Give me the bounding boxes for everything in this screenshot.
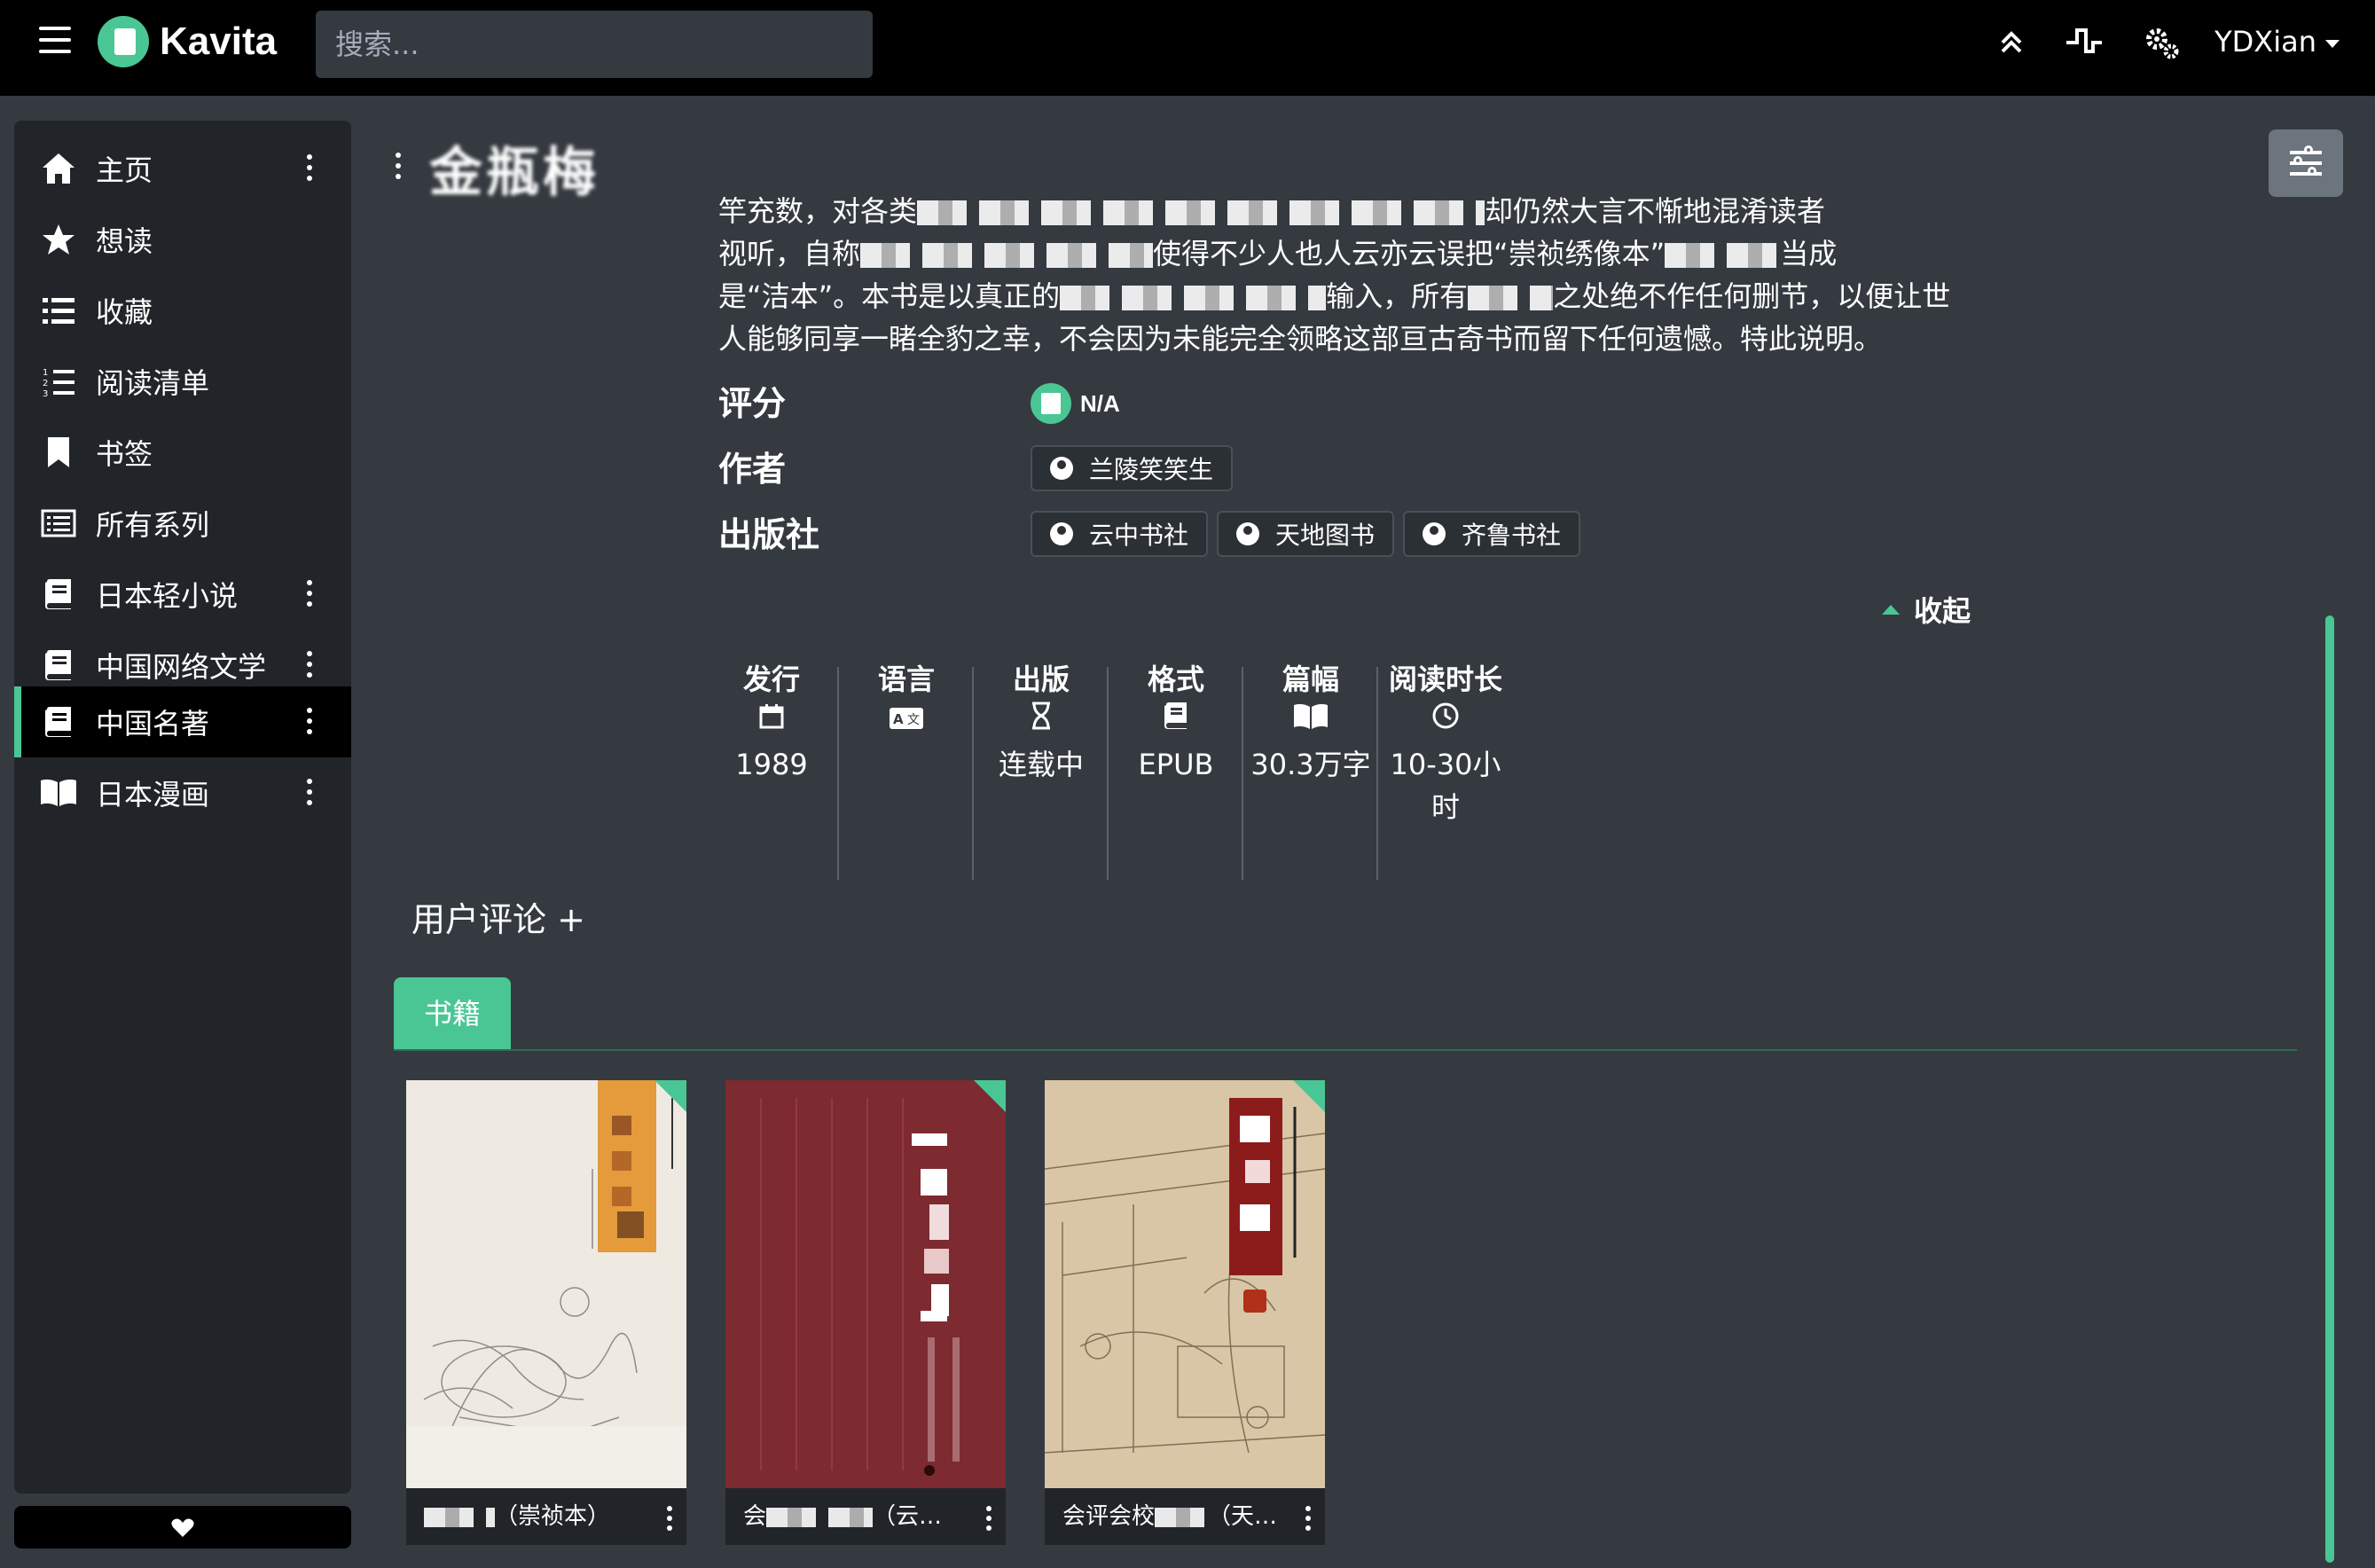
sidebar-item-reading-lists[interactable]: 123 阅读清单 xyxy=(14,346,351,417)
more-options-icon[interactable] xyxy=(667,1506,672,1535)
stat-publication-status: 出版 连载中 xyxy=(974,658,1109,786)
ordered-list-icon: 123 xyxy=(39,362,78,401)
top-nav: Kavita YDXian xyxy=(0,0,2375,96)
tab-books[interactable]: 书籍 xyxy=(394,977,511,1050)
scrollbar[interactable] xyxy=(2325,615,2334,1563)
person-icon xyxy=(1050,457,1073,480)
stat-release-year: 发行 1989 xyxy=(704,658,839,786)
sidebar-item-bookmarks[interactable]: 书签 xyxy=(14,417,351,488)
author-label: 作者 xyxy=(718,450,787,489)
all-series-icon xyxy=(39,504,78,543)
description-line: 是“洁本”。本书是以真正的 输入，所有 之处绝不作任何删节，以便让世 xyxy=(718,279,1951,313)
unread-corner-badge xyxy=(654,1080,686,1112)
rating-label: 评分 xyxy=(718,384,787,423)
menu-icon[interactable] xyxy=(39,27,71,55)
book-card[interactable]: 会（云… xyxy=(725,1080,1006,1545)
publisher-tag[interactable]: 天地图书 xyxy=(1217,511,1395,557)
svg-text:2: 2 xyxy=(43,379,48,388)
search-input[interactable] xyxy=(316,11,873,78)
book-cover[interactable] xyxy=(406,1080,686,1488)
svg-text:3: 3 xyxy=(43,389,48,396)
file-icon xyxy=(1109,701,1243,743)
stat-reading-time: 阅读时长 10-30小时 xyxy=(1378,658,1513,828)
open-book-icon xyxy=(39,773,78,812)
sidebar-item-want-to-read[interactable]: 想读 xyxy=(14,204,351,275)
tab-divider xyxy=(394,1049,2297,1051)
sidebar-item-japanese-light-novels[interactable]: 日本轻小说 xyxy=(14,559,351,630)
more-options-icon[interactable] xyxy=(307,651,312,683)
more-options-icon[interactable] xyxy=(1305,1506,1311,1535)
star-icon xyxy=(39,220,78,259)
series-description: 竿充数，对各类 却仍然大言不惭地混淆读者 视听，自称 使得不少人也人云亦云误把“崇祯… xyxy=(718,190,1978,360)
series-title: 金瓶梅 xyxy=(429,142,600,204)
bookmark-icon xyxy=(39,433,78,472)
calendar-icon xyxy=(704,701,839,743)
more-options-icon[interactable] xyxy=(307,154,312,186)
publisher-tag[interactable]: 齐鲁书社 xyxy=(1403,511,1581,557)
settings-icon[interactable] xyxy=(2143,23,2182,62)
more-options-icon[interactable] xyxy=(986,1506,992,1535)
more-options-icon[interactable] xyxy=(307,580,312,612)
user-reviews-header[interactable]: 用户评论 + xyxy=(412,892,585,941)
donate-button[interactable] xyxy=(14,1506,351,1548)
person-icon xyxy=(1050,522,1073,545)
person-icon xyxy=(1423,522,1446,545)
sidebar-item-japanese-manga[interactable]: 日本漫画 xyxy=(14,757,351,828)
book-card-title: （崇祯本） xyxy=(406,1488,686,1545)
sidebar-item-collections[interactable]: 收藏 xyxy=(14,275,351,346)
unread-corner-badge xyxy=(1293,1080,1325,1112)
clock-icon xyxy=(1378,701,1513,743)
series-actions-icon[interactable] xyxy=(396,153,401,184)
book-card[interactable]: 会评会校 （天… xyxy=(1045,1080,1325,1545)
sidebar-item-all-series[interactable]: 所有系列 xyxy=(14,488,351,559)
book-card-title: 会（云… xyxy=(725,1488,1006,1545)
description-line: 竿充数，对各类 却仍然大言不惭地混淆读者 xyxy=(718,194,1826,228)
list-icon xyxy=(39,291,78,330)
book-cover[interactable] xyxy=(725,1080,1006,1488)
language-icon: A文 xyxy=(839,701,974,743)
stat-length: 篇幅 30.3万字 xyxy=(1243,658,1378,786)
sidebar: 主页 想读 收藏 123 阅读清单 书签 所有系列 日本轻小说 中国网络文学 中… xyxy=(14,121,351,1494)
stat-language: 语言 A文 xyxy=(839,658,974,743)
book-open-icon xyxy=(1243,701,1378,743)
collapse-button[interactable]: 收起 xyxy=(1882,589,1971,630)
book-cover[interactable] xyxy=(1045,1080,1325,1488)
filter-settings-button[interactable] xyxy=(2269,129,2343,197)
author-tag[interactable]: 兰陵笑笑生 xyxy=(1031,445,1234,491)
hourglass-icon xyxy=(974,701,1109,743)
book-icon xyxy=(39,646,78,685)
scroll-top-icon[interactable] xyxy=(1992,23,2031,62)
more-options-icon[interactable] xyxy=(307,708,312,740)
more-options-icon[interactable] xyxy=(307,779,312,811)
home-icon xyxy=(39,149,78,188)
description-line: 视听，自称 使得不少人也人云亦云误把“崇祯绣像本” 当成 xyxy=(718,237,1838,270)
publisher-tag[interactable]: 云中书社 xyxy=(1031,511,1209,557)
kavita-rating[interactable]: N/A xyxy=(1031,383,1120,424)
kavita-logo[interactable] xyxy=(98,16,149,67)
person-icon xyxy=(1236,522,1259,545)
svg-text:A: A xyxy=(893,711,904,727)
publisher-label: 出版社 xyxy=(718,515,820,554)
description-line: 人能够同享一睹全豹之幸，不会因为未能完全领略这部亘古奇书而留下任何遗憾。特此说明… xyxy=(718,322,1883,356)
stat-format: 格式 EPUB xyxy=(1109,658,1243,786)
svg-text:1: 1 xyxy=(43,368,48,378)
heart-icon xyxy=(171,1518,194,1537)
user-menu[interactable]: YDXian xyxy=(2214,25,2340,59)
activity-icon[interactable] xyxy=(2065,23,2104,62)
sidebar-item-home[interactable]: 主页 xyxy=(14,133,351,204)
book-card-title: 会评会校 （天… xyxy=(1045,1488,1325,1545)
brand-name[interactable]: Kavita xyxy=(160,20,277,64)
book-icon xyxy=(39,702,78,741)
svg-text:文: 文 xyxy=(907,713,920,727)
caret-up-icon xyxy=(1882,604,1900,615)
book-icon xyxy=(39,575,78,614)
kavita-logo xyxy=(1031,383,1071,424)
book-card[interactable]: （崇祯本） xyxy=(406,1080,686,1545)
sidebar-item-chinese-classics[interactable]: 中国名著 xyxy=(14,686,351,757)
unread-corner-badge xyxy=(974,1080,1006,1112)
